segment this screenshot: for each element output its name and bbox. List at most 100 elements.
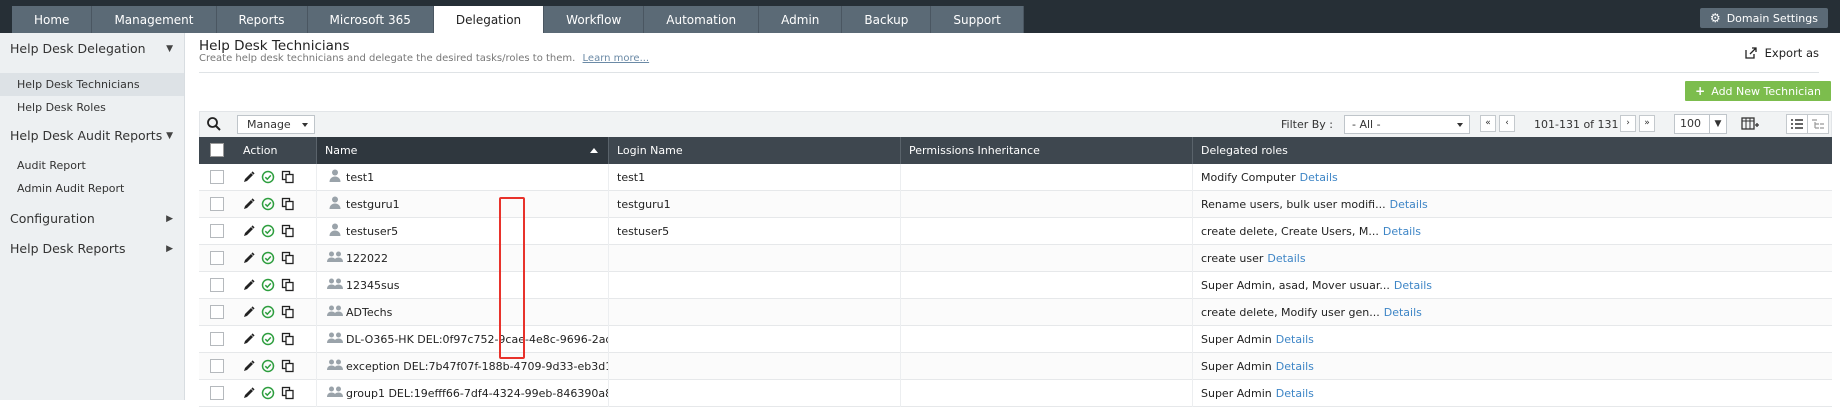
copy-icon[interactable] bbox=[281, 170, 295, 184]
tab-home[interactable]: Home bbox=[12, 6, 93, 33]
domain-settings-button[interactable]: ⚙ Domain Settings bbox=[1699, 8, 1828, 28]
tab-workflow[interactable]: Workflow bbox=[544, 6, 645, 33]
technician-name[interactable]: ADTechs bbox=[346, 299, 392, 326]
technician-name[interactable]: test1 bbox=[346, 164, 374, 191]
learn-more-link[interactable]: Learn more... bbox=[583, 53, 650, 64]
tree-view-button[interactable] bbox=[1808, 115, 1828, 133]
copy-icon[interactable] bbox=[281, 359, 295, 373]
column-chooser-icon[interactable] bbox=[1741, 116, 1759, 132]
edit-icon[interactable] bbox=[242, 359, 256, 373]
row-checkbox[interactable] bbox=[210, 278, 224, 292]
chevron-left-icon: ‹ bbox=[1505, 118, 1509, 128]
last-page-button[interactable]: » bbox=[1639, 115, 1655, 132]
filter-select[interactable]: - All - bbox=[1344, 115, 1470, 134]
row-checkbox[interactable] bbox=[210, 305, 224, 319]
tab-backup[interactable]: Backup bbox=[842, 6, 932, 33]
technician-name[interactable]: testguru1 bbox=[346, 191, 400, 218]
row-checkbox[interactable] bbox=[210, 386, 224, 400]
details-link[interactable]: Details bbox=[1276, 387, 1314, 400]
details-link[interactable]: Details bbox=[1276, 360, 1314, 373]
row-checkbox[interactable] bbox=[210, 170, 224, 184]
cell-name: 122022 bbox=[316, 245, 608, 272]
column-header-login-name[interactable]: Login Name bbox=[608, 137, 900, 164]
tab-management[interactable]: Management bbox=[92, 6, 217, 33]
copy-icon[interactable] bbox=[281, 224, 295, 238]
sidebar-item-help-desk-roles[interactable]: Help Desk Roles bbox=[0, 96, 184, 119]
column-header-delegated-roles[interactable]: Delegated roles bbox=[1192, 137, 1832, 164]
status-check-icon[interactable] bbox=[261, 359, 275, 373]
export-label: Export as bbox=[1764, 46, 1819, 60]
sidebar-section-help-desk-delegation[interactable]: Help Desk Delegation ▼ bbox=[10, 41, 175, 56]
edit-icon[interactable] bbox=[242, 197, 256, 211]
manage-dropdown[interactable]: Manage bbox=[237, 115, 315, 134]
copy-icon[interactable] bbox=[281, 386, 295, 400]
cell-delegated-roles: Super Admin Details bbox=[1192, 380, 1832, 407]
details-link[interactable]: Details bbox=[1383, 225, 1421, 238]
status-check-icon[interactable] bbox=[261, 332, 275, 346]
table-row: 122022 create user Details bbox=[199, 245, 1832, 272]
edit-icon[interactable] bbox=[242, 278, 256, 292]
per-page-select[interactable]: 100 ▼ bbox=[1674, 114, 1727, 134]
copy-icon[interactable] bbox=[281, 305, 295, 319]
edit-icon[interactable] bbox=[242, 332, 256, 346]
details-link[interactable]: Details bbox=[1394, 279, 1432, 292]
row-checkbox[interactable] bbox=[210, 332, 224, 346]
edit-icon[interactable] bbox=[242, 251, 256, 265]
status-check-icon[interactable] bbox=[261, 224, 275, 238]
row-checkbox[interactable] bbox=[210, 359, 224, 373]
list-view-button[interactable] bbox=[1787, 115, 1808, 133]
status-check-icon[interactable] bbox=[261, 305, 275, 319]
edit-icon[interactable] bbox=[242, 386, 256, 400]
sidebar-section-help-desk-audit-reports[interactable]: Help Desk Audit Reports ▼ bbox=[10, 128, 175, 143]
technician-name[interactable]: DL-O365-HK DEL:0f97c752-9cae-4e8c-9696-2… bbox=[346, 326, 608, 353]
sidebar-item-help-desk-technicians[interactable]: Help Desk Technicians bbox=[0, 73, 184, 96]
details-link[interactable]: Details bbox=[1390, 198, 1428, 211]
technician-name[interactable]: 122022 bbox=[346, 245, 388, 272]
column-header-name[interactable]: Name bbox=[316, 137, 608, 164]
delegated-roles-text: Rename users, bulk user modifi... bbox=[1201, 198, 1386, 211]
tab-microsoft-365[interactable]: Microsoft 365 bbox=[307, 6, 434, 33]
edit-icon[interactable] bbox=[242, 224, 256, 238]
row-checkbox[interactable] bbox=[210, 197, 224, 211]
technician-name[interactable]: exception DEL:7b47f07f-188b-4709-9d33-eb… bbox=[346, 353, 608, 380]
sidebar-item-audit-report[interactable]: Audit Report bbox=[0, 154, 184, 177]
details-link[interactable]: Details bbox=[1384, 306, 1422, 319]
sidebar-item-admin-audit-report[interactable]: Admin Audit Report bbox=[0, 177, 184, 200]
copy-icon[interactable] bbox=[281, 332, 295, 346]
search-icon[interactable] bbox=[206, 116, 222, 132]
prev-page-button[interactable]: ‹ bbox=[1499, 115, 1515, 132]
technician-name[interactable]: group1 DEL:19efff66-7df4-4324-99eb-84639… bbox=[346, 380, 608, 407]
tab-automation[interactable]: Automation bbox=[644, 6, 760, 33]
column-header-permissions-inheritance[interactable]: Permissions Inheritance bbox=[900, 137, 1192, 164]
details-link[interactable]: Details bbox=[1276, 333, 1314, 346]
row-checkbox[interactable] bbox=[210, 224, 224, 238]
select-all-checkbox[interactable] bbox=[210, 143, 224, 157]
tab-admin[interactable]: Admin bbox=[759, 6, 843, 33]
copy-icon[interactable] bbox=[281, 251, 295, 265]
status-check-icon[interactable] bbox=[261, 197, 275, 211]
status-check-icon[interactable] bbox=[261, 386, 275, 400]
copy-icon[interactable] bbox=[281, 278, 295, 292]
next-page-button[interactable]: › bbox=[1620, 115, 1636, 132]
export-button[interactable]: Export as bbox=[1745, 46, 1819, 60]
row-checkbox[interactable] bbox=[210, 251, 224, 265]
edit-icon[interactable] bbox=[242, 170, 256, 184]
tab-support[interactable]: Support bbox=[931, 6, 1024, 33]
delegated-roles-text: Super Admin bbox=[1201, 333, 1272, 346]
sidebar-section-help-desk-reports[interactable]: Help Desk Reports ▶ bbox=[10, 241, 175, 256]
details-link[interactable]: Details bbox=[1300, 171, 1338, 184]
technician-name[interactable]: testuser5 bbox=[346, 218, 398, 245]
add-new-technician-button[interactable]: + Add New Technician bbox=[1685, 81, 1831, 101]
status-check-icon[interactable] bbox=[261, 170, 275, 184]
technician-name[interactable]: 12345sus bbox=[346, 272, 399, 299]
first-page-button[interactable]: « bbox=[1480, 115, 1496, 132]
tab-delegation[interactable]: Delegation bbox=[433, 6, 545, 33]
copy-icon[interactable] bbox=[281, 197, 295, 211]
sidebar-section-configuration[interactable]: Configuration ▶ bbox=[10, 211, 175, 226]
tab-reports[interactable]: Reports bbox=[216, 6, 308, 33]
status-check-icon[interactable] bbox=[261, 278, 275, 292]
status-check-icon[interactable] bbox=[261, 251, 275, 265]
group-icon bbox=[327, 332, 343, 343]
edit-icon[interactable] bbox=[242, 305, 256, 319]
details-link[interactable]: Details bbox=[1267, 252, 1305, 265]
